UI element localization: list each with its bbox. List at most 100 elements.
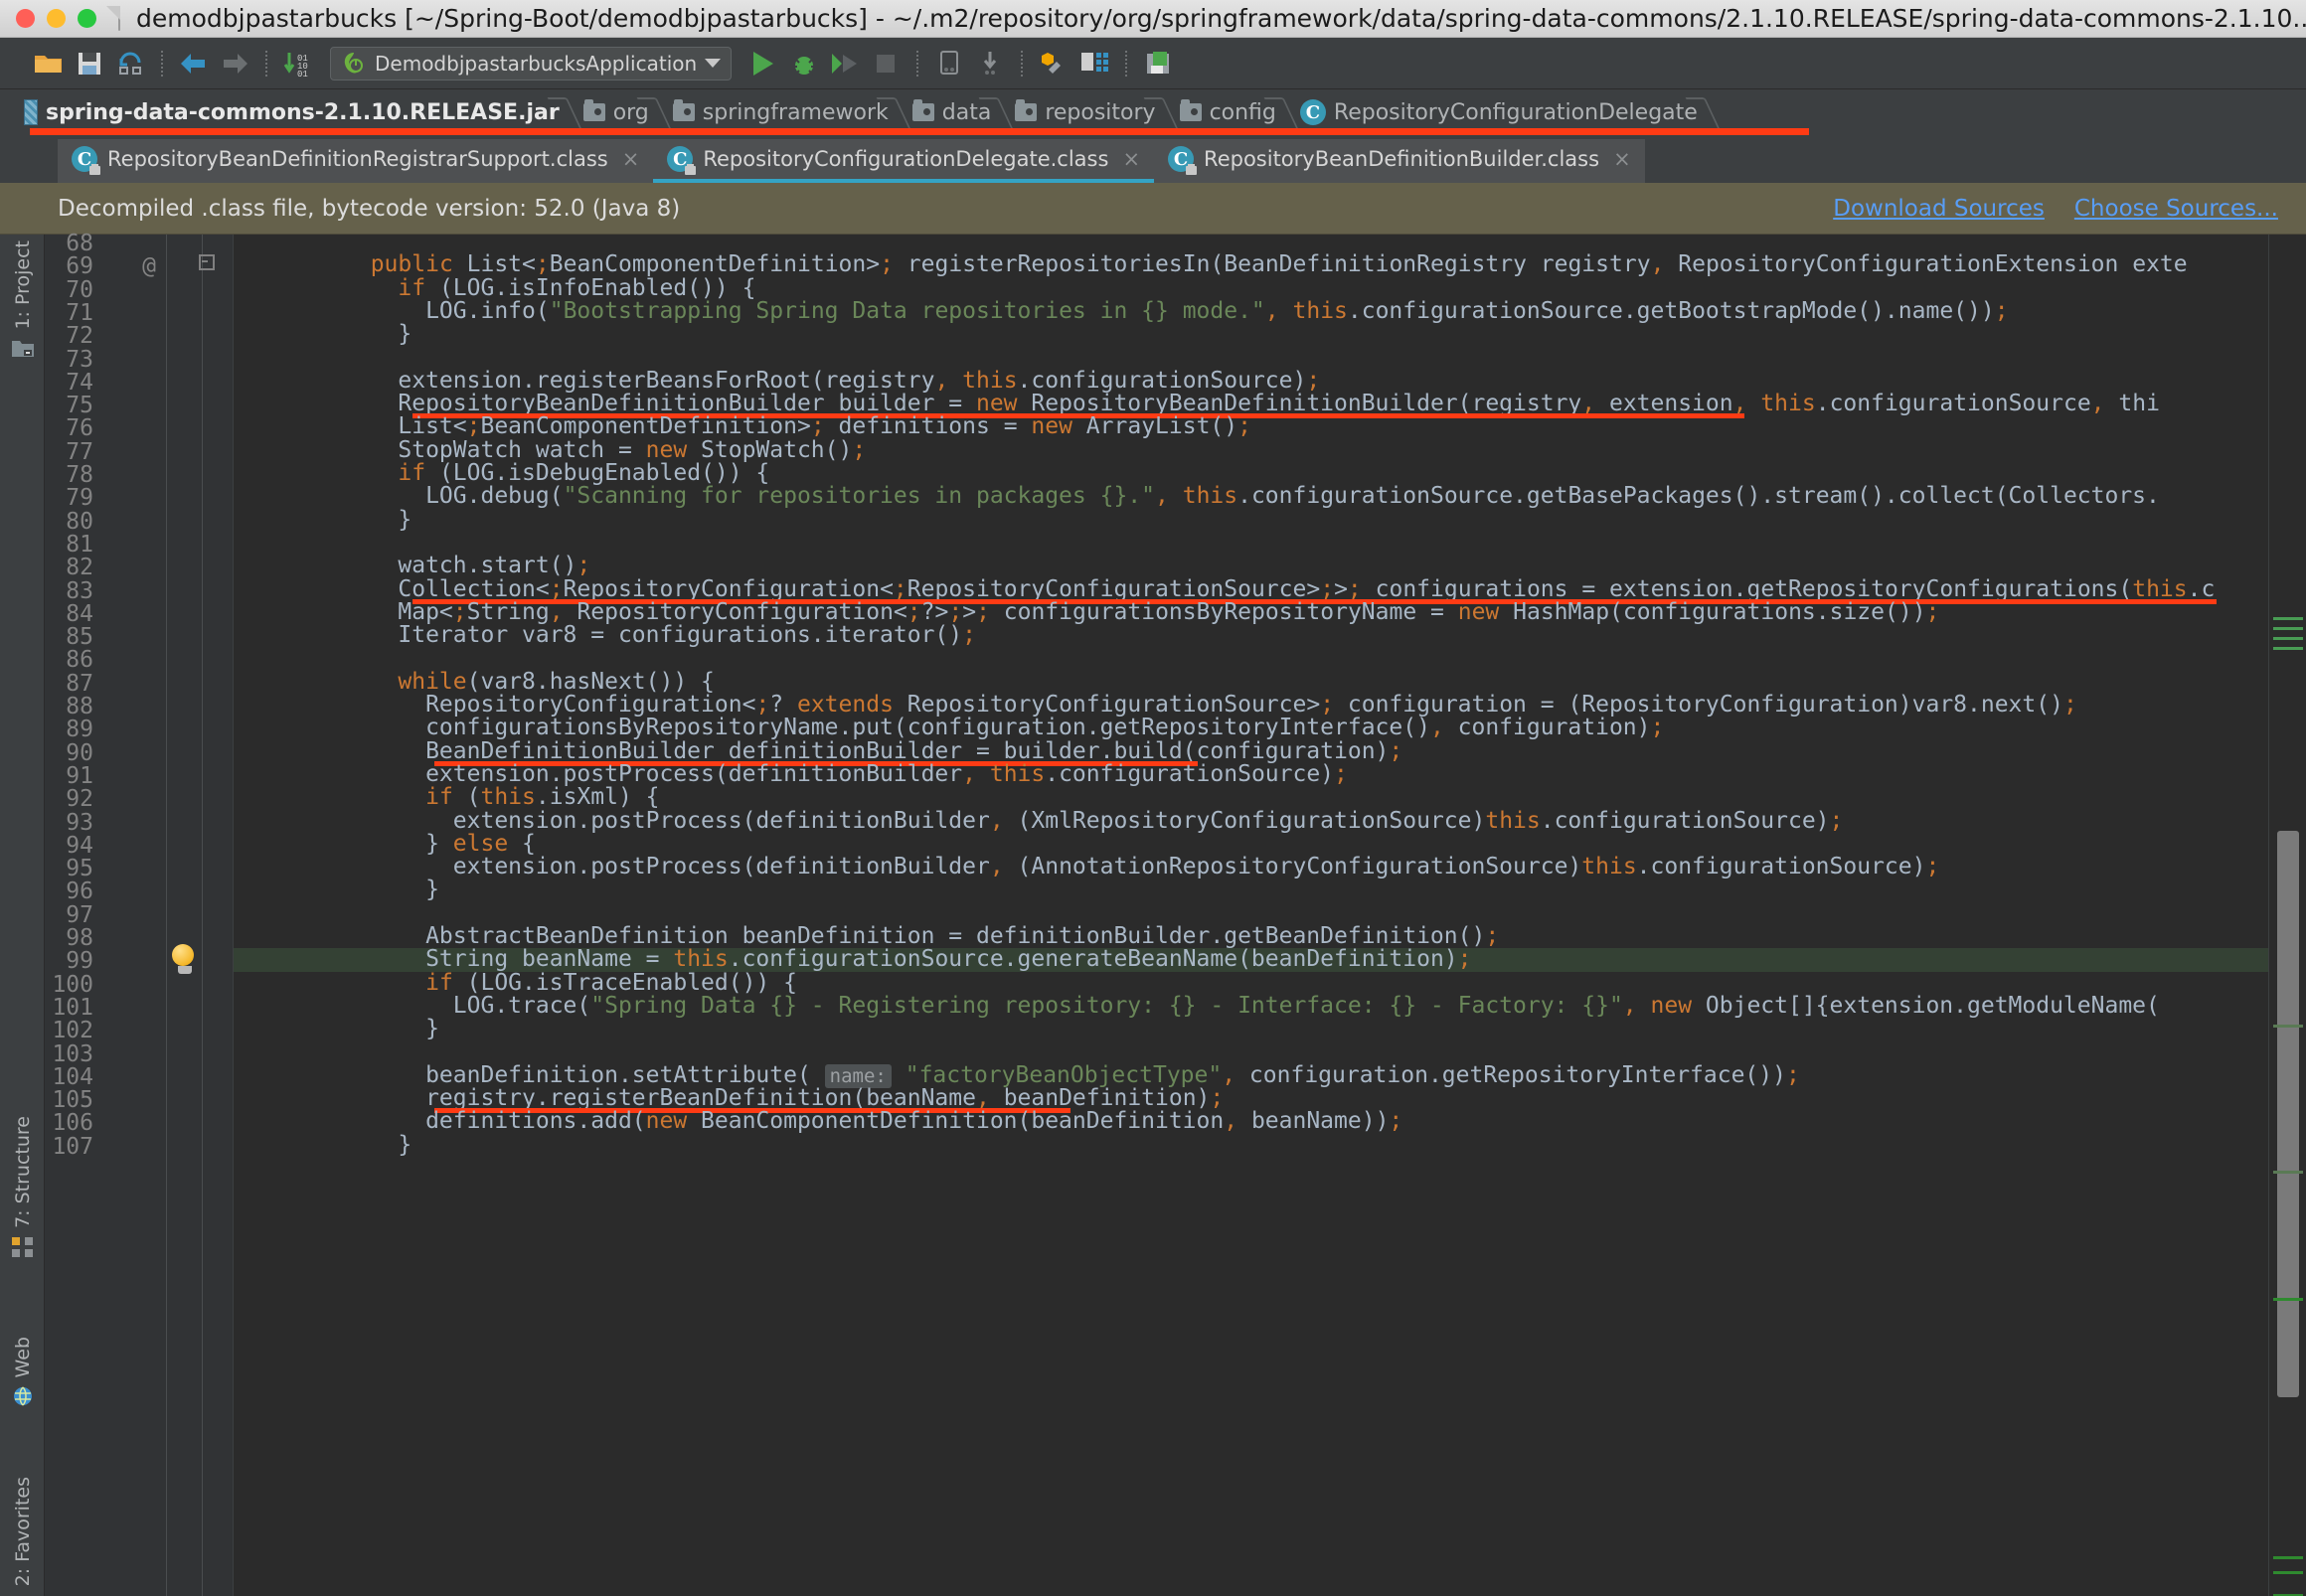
tab-repository-bean-definition-registrar-support[interactable]: C RepositoryBeanDefinitionRegistrarSuppo… xyxy=(58,139,654,183)
scrollbar-marker xyxy=(2273,647,2303,650)
line-number: 101 xyxy=(52,994,93,1021)
line-number: 71 xyxy=(66,299,93,326)
code-editor[interactable]: public List<;BeanComponentDefinition>; r… xyxy=(234,235,2268,1596)
sidebar-item-favorites[interactable]: 2: Favorites xyxy=(0,1477,45,1586)
tab-repository-bean-definition-builder[interactable]: C RepositoryBeanDefinitionBuilder.class … xyxy=(1154,139,1645,183)
code-line[interactable]: extension.registerBeansForRoot(registry,… xyxy=(234,369,1320,393)
forward-icon[interactable] xyxy=(216,45,253,82)
compile-icon[interactable]: 01 10 01 xyxy=(279,45,317,82)
code-line[interactable]: } xyxy=(234,322,412,346)
minimize-button[interactable] xyxy=(47,9,66,28)
line-number: 95 xyxy=(66,856,93,882)
download-sources-link[interactable]: Download Sources xyxy=(1833,196,2045,222)
code-line[interactable]: } else { xyxy=(234,832,536,856)
code-line[interactable]: public List<;BeanComponentDefinition>; r… xyxy=(234,252,2188,276)
line-number: 99 xyxy=(66,948,93,975)
sdk-manager-icon[interactable] xyxy=(971,45,1009,82)
code-line[interactable]: if (this.isXml) { xyxy=(234,785,659,809)
code-line[interactable]: Map<;String, RepositoryConfiguration<;?>… xyxy=(234,600,1939,624)
code-line[interactable]: } xyxy=(234,1133,412,1157)
line-number: 75 xyxy=(66,393,93,419)
open-project-icon[interactable] xyxy=(30,45,68,82)
choose-sources-link[interactable]: Choose Sources... xyxy=(2074,196,2278,222)
code-line[interactable]: String beanName = this.configurationSour… xyxy=(234,947,1471,971)
editor-scrollbar[interactable] xyxy=(2268,235,2306,1596)
code-line[interactable] xyxy=(234,902,343,925)
avd-manager-icon[interactable] xyxy=(930,45,968,82)
debug-icon[interactable] xyxy=(785,45,823,82)
code-line[interactable]: StopWatch watch = new StopWatch(); xyxy=(234,438,866,462)
code-line[interactable]: Iterator var8 = configurations.iterator(… xyxy=(234,623,976,647)
code-line[interactable] xyxy=(234,532,343,555)
profiler-icon[interactable] xyxy=(1139,45,1177,82)
code-line[interactable]: beanDefinition.setAttribute( name: "fact… xyxy=(234,1063,1800,1088)
code-line[interactable]: watch.start(); xyxy=(234,554,590,577)
code-line[interactable]: } xyxy=(234,508,412,532)
close-icon[interactable]: × xyxy=(1122,147,1140,171)
code-line[interactable] xyxy=(234,347,343,370)
code-line[interactable]: extension.postProcess(definitionBuilder,… xyxy=(234,855,1940,878)
code-line[interactable]: List<;BeanComponentDefinition>; definiti… xyxy=(234,415,1251,439)
line-number: 106 xyxy=(52,1110,93,1137)
class-icon: C xyxy=(1299,99,1326,125)
breadcrumb: spring-data-commons-2.1.10.RELEASE.jar o… xyxy=(0,89,2306,135)
run-configuration-selector[interactable]: DemodbjpastarbucksApplication xyxy=(330,46,733,80)
code-line[interactable] xyxy=(234,647,343,670)
line-number: 87 xyxy=(66,670,93,697)
decompiled-notification-bar: Decompiled .class file, bytecode version… xyxy=(0,183,2306,235)
line-number: 89 xyxy=(66,717,93,743)
intention-bulb-icon[interactable] xyxy=(172,944,198,975)
toolbar-separator xyxy=(265,50,267,77)
breadcrumb-label: config xyxy=(1209,99,1276,125)
code-line[interactable]: registry.registerBeanDefinition(beanName… xyxy=(234,1086,1224,1110)
annotation-marker[interactable]: @ xyxy=(137,253,161,279)
code-line[interactable]: LOG.debug("Scanning for repositories in … xyxy=(234,484,2160,508)
stop-icon[interactable] xyxy=(867,45,905,82)
close-icon[interactable]: × xyxy=(1613,147,1631,171)
line-number: 84 xyxy=(66,600,93,627)
settings-icon[interactable] xyxy=(1075,45,1113,82)
back-icon[interactable] xyxy=(175,45,213,82)
code-line[interactable] xyxy=(234,235,343,253)
sidebar-item-web[interactable]: Web xyxy=(0,1337,45,1407)
code-line[interactable]: while(var8.hasNext()) { xyxy=(234,670,715,694)
code-fold-toggle[interactable] xyxy=(196,252,215,276)
tab-repository-configuration-delegate[interactable]: C RepositoryConfigurationDelegate.class … xyxy=(653,139,1155,183)
editor-gutter[interactable]: 68 69 @70 71 72 73 74 75 76 77 78 79 80 81 82 83 84 85 86 8… xyxy=(45,231,234,1596)
save-all-icon[interactable] xyxy=(71,45,108,82)
run-coverage-icon[interactable] xyxy=(826,45,864,82)
code-line[interactable]: configurationsByRepositoryName.put(confi… xyxy=(234,716,1664,739)
run-icon[interactable] xyxy=(744,45,782,82)
scrollbar-thumb[interactable] xyxy=(2277,831,2299,1397)
code-line[interactable]: Collection<;RepositoryConfiguration<;Rep… xyxy=(234,577,2215,601)
toolbar-separator xyxy=(161,50,163,77)
chevron-down-icon[interactable] xyxy=(705,59,722,68)
zoom-button[interactable] xyxy=(78,9,96,28)
code-line[interactable]: } xyxy=(234,878,439,902)
code-line[interactable]: if (LOG.isTraceEnabled()) { xyxy=(234,971,797,995)
window-title-bar: demodbjpastarbucks [~/Spring-Boot/demodb… xyxy=(0,0,2306,38)
project-structure-icon[interactable] xyxy=(1035,45,1072,82)
code-line[interactable]: if (LOG.isInfoEnabled()) { xyxy=(234,276,755,300)
code-line[interactable]: extension.postProcess(definitionBuilder,… xyxy=(234,809,1844,833)
window-controls[interactable] xyxy=(0,9,96,28)
code-line[interactable]: extension.postProcess(definitionBuilder,… xyxy=(234,762,1348,786)
close-icon[interactable]: × xyxy=(622,147,640,171)
sync-icon[interactable] xyxy=(111,45,149,82)
toolbar-separator xyxy=(1125,50,1128,77)
editor-area: 1: Project 7: Structure Web 2: Favorites… xyxy=(0,231,2306,1596)
code-line[interactable]: if (LOG.isDebugEnabled()) { xyxy=(234,461,769,485)
code-line[interactable]: LOG.trace("Spring Data {} - Registering … xyxy=(234,994,2160,1018)
close-button[interactable] xyxy=(16,9,35,28)
code-line[interactable]: } xyxy=(234,1017,439,1040)
code-line[interactable]: AbstractBeanDefinition beanDefinition = … xyxy=(234,924,1499,948)
breadcrumb-highlight-underline xyxy=(30,128,1809,135)
code-line[interactable]: RepositoryBeanDefinitionBuilder builder … xyxy=(234,392,2160,415)
class-icon: C xyxy=(667,146,697,175)
code-line[interactable]: BeanDefinitionBuilder definitionBuilder … xyxy=(234,739,1402,763)
toolbar-separator xyxy=(916,50,919,77)
code-line[interactable]: definitions.add(new BeanComponentDefinit… xyxy=(234,1110,1402,1134)
code-line[interactable]: RepositoryConfiguration<;? extends Repos… xyxy=(234,693,2077,717)
code-line[interactable] xyxy=(234,1041,343,1064)
code-line[interactable]: LOG.info("Bootstrapping Spring Data repo… xyxy=(234,299,2009,323)
